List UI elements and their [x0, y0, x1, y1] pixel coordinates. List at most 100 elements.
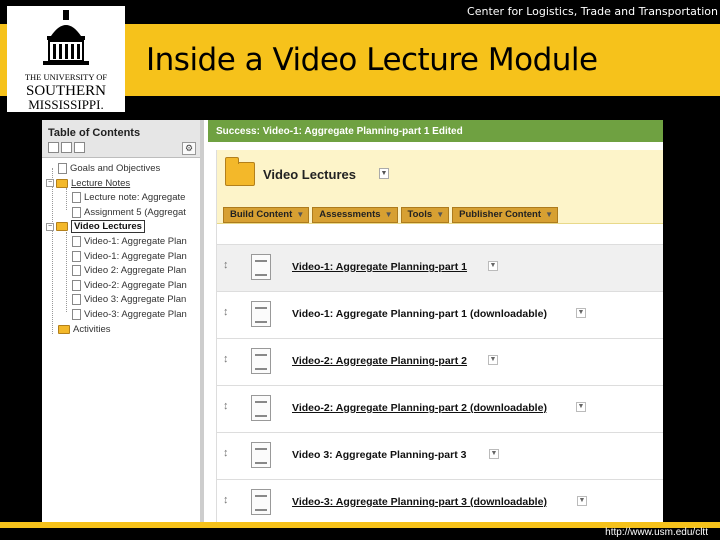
- success-message: Success: Video-1: Aggregate Planning-par…: [208, 120, 663, 142]
- folder-icon: [56, 178, 68, 188]
- chevron-down-icon[interactable]: ▼: [488, 355, 498, 365]
- document-icon: [251, 395, 271, 421]
- publisher-content-button[interactable]: Publisher Content ▼: [452, 207, 558, 223]
- item-title-link[interactable]: Video 3: Aggregate Planning-part 3: [292, 449, 466, 461]
- gear-icon[interactable]: ⚙: [182, 142, 196, 155]
- item-title-link[interactable]: Video-2: Aggregate Planning-part 2 (down…: [292, 402, 547, 414]
- document-icon: [251, 301, 271, 327]
- toc-item-label: Video 2: Aggregate Plan: [84, 265, 187, 277]
- content-item[interactable]: ↕ Video-2: Aggregate Planning-part 2 (do…: [217, 385, 663, 432]
- folder-icon: [56, 222, 68, 232]
- drag-handle-icon[interactable]: ↕: [223, 306, 229, 318]
- item-title-link[interactable]: Video-1: Aggregate Planning-part 1 (down…: [292, 308, 547, 320]
- item-title-link[interactable]: Video-2: Aggregate Planning-part 2: [292, 355, 467, 367]
- logo-line-1: THE UNIVERSITY OF: [25, 72, 108, 82]
- toc-item-label: Video-3: Aggregate Plan: [84, 308, 187, 320]
- toc-item-label: Video-1: Aggregate Plan: [84, 235, 187, 247]
- toc-item-label: Video 3: Aggregate Plan: [84, 294, 187, 306]
- drag-handle-icon[interactable]: ↕: [223, 353, 229, 365]
- toc-item-activities[interactable]: Activities: [42, 323, 200, 338]
- toc-item-video-lectures[interactable]: − Video Lectures: [42, 220, 200, 235]
- toc-item-video[interactable]: Video 2: Aggregate Plan: [42, 264, 200, 279]
- toc-tree: Goals and Objectives − Lecture Notes Lect…: [42, 158, 200, 337]
- menu-label: Tools: [407, 209, 433, 220]
- chevron-down-icon[interactable]: ▼: [379, 168, 389, 179]
- toc-item-label: Lecture note: Aggregate: [84, 192, 186, 204]
- chevron-down-icon[interactable]: ▼: [577, 496, 587, 506]
- content-item[interactable]: ↕ Video 3: Aggregate Planning-part 3 ▼: [217, 432, 663, 479]
- dome-icon: THE UNIVERSITY OF SOUTHERN MISSISSIPPI.: [25, 10, 108, 112]
- document-icon: [72, 279, 81, 291]
- content-area: Success: Video-1: Aggregate Planning-par…: [208, 120, 663, 526]
- slide: Center for Logistics, Trade and Transpor…: [0, 0, 720, 540]
- toc-item-label: Goals and Objectives: [70, 163, 161, 174]
- toc-item-goals[interactable]: Goals and Objectives: [42, 162, 200, 177]
- document-icon: [251, 254, 271, 280]
- document-icon: [72, 235, 81, 247]
- chevron-down-icon[interactable]: ▼: [488, 261, 498, 271]
- footer-url[interactable]: http://www.usm.edu/cltt: [605, 527, 708, 538]
- document-icon: [72, 206, 81, 218]
- chevron-down-icon[interactable]: ▼: [576, 402, 586, 412]
- refresh-button[interactable]: [74, 142, 85, 153]
- menu-label: Build Content: [230, 209, 293, 220]
- expand-all-button[interactable]: [48, 142, 59, 153]
- tools-button[interactable]: Tools ▼: [400, 207, 450, 223]
- document-icon: [251, 442, 271, 468]
- drag-handle-icon[interactable]: ↕: [223, 494, 229, 506]
- document-icon: [58, 162, 67, 174]
- toc-item-video[interactable]: Video-1: Aggregate Plan: [42, 235, 200, 250]
- document-icon: [251, 348, 271, 374]
- collapse-icon[interactable]: −: [46, 222, 54, 231]
- menu-label: Publisher Content: [459, 209, 541, 220]
- assessments-button[interactable]: Assessments ▼: [312, 207, 398, 223]
- toc-item-assignment[interactable]: Assignment 5 (Aggregat: [42, 206, 200, 221]
- chevron-down-icon[interactable]: ▼: [576, 308, 586, 318]
- folder-icon: [225, 157, 255, 186]
- content-item[interactable]: ↕ Video-1: Aggregate Planning-part 1 (do…: [217, 291, 663, 338]
- toc-item-label: Assignment 5 (Aggregat: [84, 206, 186, 218]
- page-header: Video Lectures ▼ Build Content ▼ Assessmen…: [217, 150, 663, 224]
- slide-title: Inside a Video Lecture Module: [146, 42, 598, 78]
- toc-item-video[interactable]: Video-1: Aggregate Plan: [42, 250, 200, 265]
- toc-item-video[interactable]: Video-2: Aggregate Plan: [42, 279, 200, 294]
- drag-handle-icon[interactable]: ↕: [223, 259, 229, 271]
- chevron-down-icon: ▼: [296, 210, 305, 219]
- item-title-link[interactable]: Video-3: Aggregate Planning-part 3 (down…: [292, 496, 547, 508]
- toc-item-label: Video Lectures: [71, 220, 145, 234]
- collapse-icon[interactable]: −: [46, 179, 54, 188]
- content-item[interactable]: ↕ Video-2: Aggregate Planning-part 2 ▼: [217, 338, 663, 385]
- toc-item-video[interactable]: Video-3: Aggregate Plan: [42, 308, 200, 323]
- document-icon: [72, 250, 81, 262]
- build-content-button[interactable]: Build Content ▼: [223, 207, 310, 223]
- document-icon: [251, 489, 271, 515]
- collapse-all-button[interactable]: [61, 142, 72, 153]
- document-icon: [72, 308, 81, 320]
- chevron-down-icon[interactable]: ▼: [489, 449, 499, 459]
- toc-item-label: Lecture Notes: [71, 177, 131, 189]
- action-menu-bar: Build Content ▼ Assessments ▼ Tools ▼ Publishe…: [223, 204, 561, 223]
- toc-item-label: Video-2: Aggregate Plan: [84, 279, 187, 291]
- document-icon: [72, 294, 81, 306]
- chevron-down-icon: ▼: [436, 210, 445, 219]
- university-logo: THE UNIVERSITY OF SOUTHERN MISSISSIPPI.: [7, 6, 125, 112]
- document-icon: [72, 192, 81, 204]
- document-icon: [72, 265, 81, 277]
- center-name: Center for Logistics, Trade and Transpor…: [467, 5, 718, 18]
- folder-icon: [58, 324, 70, 334]
- toc-item-video[interactable]: Video 3: Aggregate Plan: [42, 293, 200, 308]
- toc-item-lecture-notes[interactable]: − Lecture Notes: [42, 177, 200, 192]
- content-inner: Video Lectures ▼ Build Content ▼ Assessmen…: [216, 150, 663, 526]
- toc-item-label: Video-1: Aggregate Plan: [84, 250, 187, 262]
- table-of-contents-panel: Table of Contents ⚙ Goals and Objectives…: [42, 120, 204, 526]
- toc-item-lecture-note[interactable]: Lecture note: Aggregate: [42, 191, 200, 206]
- drag-handle-icon[interactable]: ↕: [223, 400, 229, 412]
- content-item[interactable]: ↕ Video-1: Aggregate Planning-part 1 ▼: [217, 244, 663, 291]
- chevron-down-icon: ▼: [545, 210, 553, 219]
- item-title-link[interactable]: Video-1: Aggregate Planning-part 1: [292, 261, 467, 273]
- toc-header: Table of Contents ⚙: [42, 120, 200, 158]
- toc-item-label: Activities: [73, 323, 111, 335]
- content-item[interactable]: ↕ Video-3: Aggregate Planning-part 3 (do…: [217, 479, 663, 526]
- toc-title: Table of Contents: [48, 127, 141, 139]
- drag-handle-icon[interactable]: ↕: [223, 447, 229, 459]
